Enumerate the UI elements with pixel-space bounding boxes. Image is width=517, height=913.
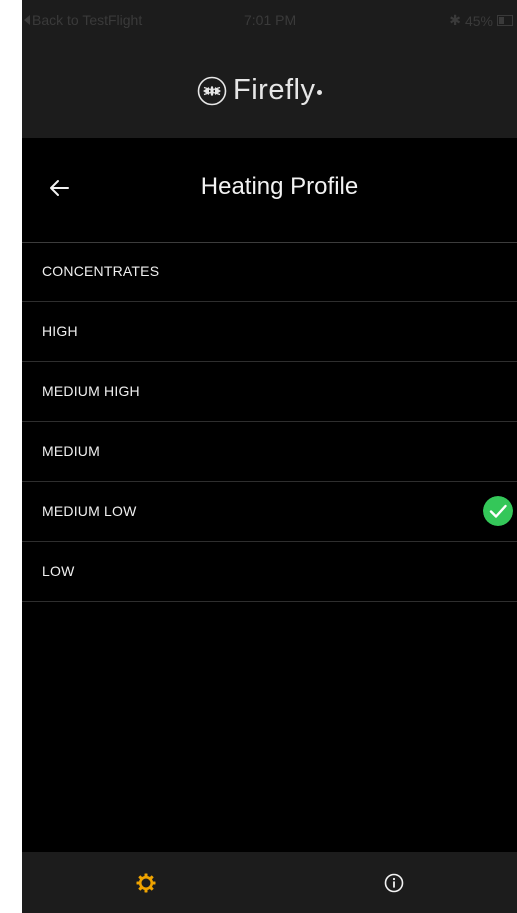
registered-mark-icon	[317, 90, 323, 95]
status-bar: Back to TestFlight 7:01 PM ✱ 45%	[22, 0, 517, 46]
app-screen: Back to TestFlight 7:01 PM ✱ 45% Firefly	[22, 0, 517, 913]
back-triangle-icon	[24, 15, 30, 25]
profile-label: LOW	[42, 563, 75, 579]
profile-label: MEDIUM LOW	[42, 503, 137, 519]
profile-label: HIGH	[42, 323, 78, 339]
info-icon	[384, 873, 403, 892]
back-to-testflight-link[interactable]: Back to TestFlight	[24, 12, 142, 28]
status-right-group: ✱ 45%	[449, 12, 513, 29]
profile-item-low[interactable]: LOW	[22, 542, 517, 602]
profile-item-medium[interactable]: MEDIUM	[22, 422, 517, 482]
profile-item-concentrates[interactable]: CONCENTRATES	[22, 242, 517, 302]
page-title: Heating Profile	[200, 173, 359, 200]
profile-label: MEDIUM	[42, 443, 100, 459]
profile-label: MEDIUM HIGH	[42, 383, 140, 399]
back-to-testflight-label: Back to TestFlight	[32, 12, 143, 28]
battery-level-fill	[499, 17, 504, 24]
brand-name: Firefly	[233, 74, 316, 106]
firefly-logo-icon	[197, 76, 227, 105]
tab-settings[interactable]	[22, 852, 269, 913]
app-header: Firefly	[22, 46, 517, 138]
profile-item-medium-high[interactable]: MEDIUM HIGH	[22, 362, 517, 422]
profile-label: CONCENTRATES	[42, 263, 160, 279]
status-time: 7:01 PM	[244, 12, 297, 28]
title-bar: Heating Profile	[22, 138, 517, 243]
firefly-logo: Firefly	[197, 74, 323, 107]
battery-percent: 45%	[464, 12, 493, 29]
tab-info[interactable]	[270, 852, 517, 913]
check-circle-icon	[483, 496, 513, 526]
bluetooth-icon: ✱	[449, 12, 461, 28]
heating-profile-list: CONCENTRATES HIGH MEDIUM HIGH MEDIUM MED…	[22, 242, 517, 602]
profile-item-medium-low[interactable]: MEDIUM LOW	[22, 482, 517, 542]
bottom-tab-bar	[22, 852, 517, 913]
profile-item-high[interactable]: HIGH	[22, 302, 517, 362]
gear-icon	[136, 873, 155, 892]
battery-icon	[497, 15, 513, 26]
